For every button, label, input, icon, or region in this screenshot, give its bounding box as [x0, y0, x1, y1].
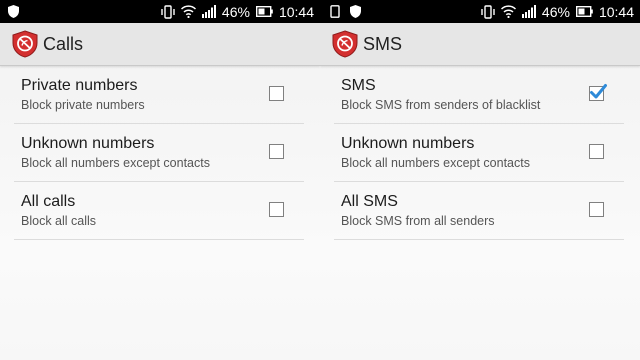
option-subtitle: Block SMS from senders of blacklist — [341, 98, 541, 112]
phone-outline-icon — [330, 5, 340, 18]
checkbox[interactable] — [589, 144, 604, 159]
option-private-numbers[interactable]: Private numbers Block private numbers — [14, 66, 304, 124]
option-title: SMS — [341, 77, 376, 94]
option-unknown-numbers[interactable]: Unknown numbers Block all numbers except… — [334, 124, 624, 182]
battery-icon — [575, 6, 593, 17]
status-bar: 46% 10:44 — [320, 0, 640, 23]
sms-options-list: SMS Block SMS from senders of blacklist … — [334, 66, 624, 240]
wifi-icon — [500, 5, 516, 18]
screen-title: Calls — [43, 34, 84, 54]
vibrate-icon — [161, 4, 175, 19]
option-title: Unknown numbers — [21, 135, 155, 152]
option-title: All SMS — [341, 193, 398, 210]
battery-icon — [255, 6, 273, 17]
clock: 10:44 — [278, 3, 314, 20]
battery-percent: 46% — [541, 3, 570, 20]
checkbox[interactable] — [589, 202, 604, 217]
status-bar: 46% 10:44 — [0, 0, 320, 23]
option-subtitle: Block all numbers except contacts — [21, 156, 210, 170]
shield-icon — [8, 5, 19, 18]
option-sms-blacklist[interactable]: SMS Block SMS from senders of blacklist — [334, 66, 624, 124]
option-all-sms[interactable]: All SMS Block SMS from all senders — [334, 182, 624, 240]
calls-screen: 46% 10:44 Calls Private numbers Block pr… — [0, 0, 320, 360]
checkbox[interactable] — [269, 86, 284, 101]
shield-icon — [350, 5, 361, 18]
screen-title: SMS — [363, 34, 403, 54]
checkbox[interactable] — [269, 202, 284, 217]
clock: 10:44 — [598, 3, 634, 20]
sms-screen: 46% 10:44 SMS SMS Block SMS from senders… — [320, 0, 640, 360]
option-unknown-numbers[interactable]: Unknown numbers Block all numbers except… — [14, 124, 304, 182]
signal-icon — [521, 5, 536, 18]
option-all-calls[interactable]: All calls Block all calls — [14, 182, 304, 240]
vibrate-icon — [481, 4, 495, 19]
option-subtitle: Block private numbers — [21, 98, 145, 112]
signal-icon — [201, 5, 216, 18]
option-title: Unknown numbers — [341, 135, 475, 152]
option-subtitle: Block all calls — [21, 214, 97, 228]
wifi-icon — [180, 5, 196, 18]
option-subtitle: Block all numbers except contacts — [341, 156, 530, 170]
call-blocker-app-icon — [12, 30, 38, 58]
action-bar: Calls — [0, 23, 320, 66]
call-blocker-app-icon — [332, 30, 358, 58]
checkbox[interactable] — [269, 144, 284, 159]
option-subtitle: Block SMS from all senders — [341, 214, 495, 228]
battery-percent: 46% — [221, 3, 250, 20]
option-title: Private numbers — [21, 77, 138, 94]
calls-options-list: Private numbers Block private numbers Un… — [14, 66, 304, 240]
action-bar: SMS — [320, 23, 640, 66]
checkbox-checked[interactable] — [589, 84, 607, 101]
checkmark-icon — [590, 84, 607, 99]
option-title: All calls — [21, 193, 76, 210]
